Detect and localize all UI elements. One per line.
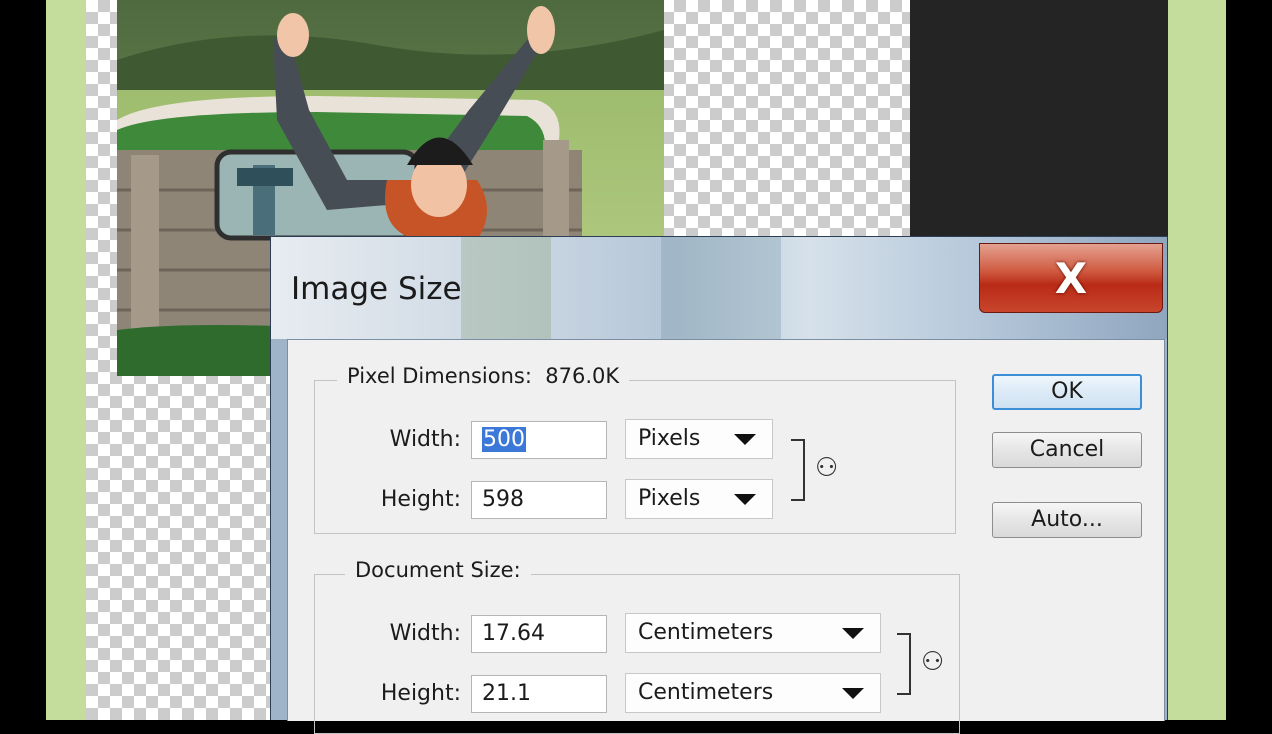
pixel-height-label: Height: [380, 487, 461, 512]
pixel-dimensions-label: Pixel Dimensions: 876.0K [337, 364, 630, 388]
image-size-dialog: Image Size X Pixel Dimensions: 876.0K Wi… [270, 236, 1168, 734]
pixel-width-value: 500 [482, 427, 526, 452]
document-width-unit-select[interactable]: Centimeters [625, 613, 881, 653]
chain-link-icon: ⚇ [921, 647, 945, 677]
pixel-dimensions-size: 876.0K [545, 364, 620, 388]
document-height-label: Height: [380, 681, 461, 706]
document-size-label: Document Size: [345, 558, 531, 582]
glass-reflection [461, 237, 551, 339]
chain-link-icon: ⚇ [815, 453, 839, 483]
triangle-down-icon [842, 628, 864, 639]
document-height-unit-select[interactable]: Centimeters [625, 673, 881, 713]
pixel-height-unit-select[interactable]: Pixels [625, 479, 773, 519]
dark-canvas-area [910, 0, 1168, 236]
triangle-down-icon [842, 688, 864, 699]
cancel-button[interactable]: Cancel [992, 432, 1142, 468]
constrain-bracket [897, 633, 911, 695]
dialog-body: Pixel Dimensions: 876.0K Width: 500 Pixe… [287, 339, 1165, 734]
close-icon: X [1054, 253, 1088, 303]
ok-button[interactable]: OK [992, 374, 1142, 410]
triangle-down-icon [734, 434, 756, 445]
document-size-group: Document Size: Width: 17.64 Centimeters … [314, 558, 960, 734]
pixel-height-input[interactable]: 598 [471, 481, 607, 519]
document-width-label: Width: [389, 621, 461, 646]
triangle-down-icon [734, 494, 756, 505]
document-height-input[interactable]: 21.1 [471, 675, 607, 713]
close-button[interactable]: X [979, 243, 1163, 313]
constrain-bracket [791, 439, 805, 501]
dialog-titlebar[interactable]: Image Size X [271, 237, 1167, 339]
dialog-title: Image Size [291, 271, 462, 307]
document-width-input[interactable]: 17.64 [471, 615, 607, 653]
auto-button[interactable]: Auto... [992, 502, 1142, 538]
glass-reflection [661, 237, 781, 339]
pixel-width-input[interactable]: 500 [471, 421, 607, 459]
pixel-width-label: Width: [389, 427, 461, 452]
pixel-width-unit-select[interactable]: Pixels [625, 419, 773, 459]
pixel-dimensions-group: Pixel Dimensions: 876.0K Width: 500 Pixe… [314, 364, 956, 534]
